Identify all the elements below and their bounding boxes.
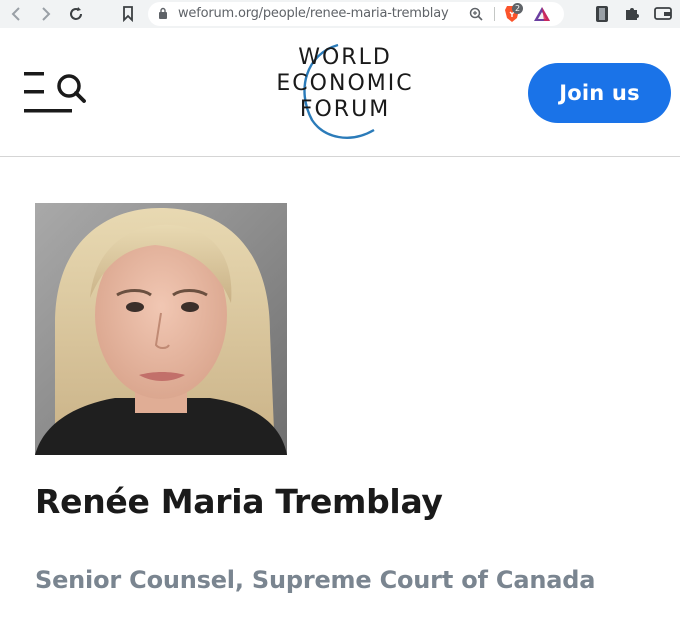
person-title: Senior Counsel, Supreme Court of Canada <box>35 566 596 594</box>
menu-search-icon <box>24 72 86 113</box>
brave-rewards-icon[interactable] <box>533 6 551 27</box>
address-bar[interactable]: weforum.org/people/renee-maria-tremblay … <box>148 2 564 26</box>
join-us-button[interactable]: Join us <box>528 63 671 123</box>
portrait-image <box>35 203 287 455</box>
forward-icon[interactable] <box>36 4 56 24</box>
address-bar-divider <box>494 7 495 21</box>
wef-logo[interactable]: WORLD ECONOMIC FORUM <box>262 42 428 142</box>
bookmark-icon[interactable] <box>118 4 138 24</box>
menu-search-button[interactable] <box>22 68 86 118</box>
extension-icon[interactable] <box>594 5 610 28</box>
extension-badge: 2 <box>512 3 523 14</box>
lock-icon[interactable] <box>158 7 168 25</box>
back-icon[interactable] <box>6 4 26 24</box>
wallet-icon[interactable] <box>654 5 672 26</box>
logo-line-2: ECONOMIC <box>276 71 414 96</box>
url-text[interactable]: weforum.org/people/renee-maria-tremblay <box>178 6 449 21</box>
logo-line-3: FORUM <box>299 97 391 122</box>
person-name: Renée Maria Tremblay <box>35 482 443 521</box>
profile-photo <box>35 203 287 455</box>
zoom-icon[interactable] <box>469 7 483 26</box>
logo-line-1: WORLD <box>298 45 392 70</box>
browser-toolbar: weforum.org/people/renee-maria-tremblay … <box>0 0 680 28</box>
puzzle-icon[interactable] <box>624 5 640 26</box>
reload-icon[interactable] <box>66 4 86 24</box>
site-header: WORLD ECONOMIC FORUM Join us <box>0 28 680 157</box>
